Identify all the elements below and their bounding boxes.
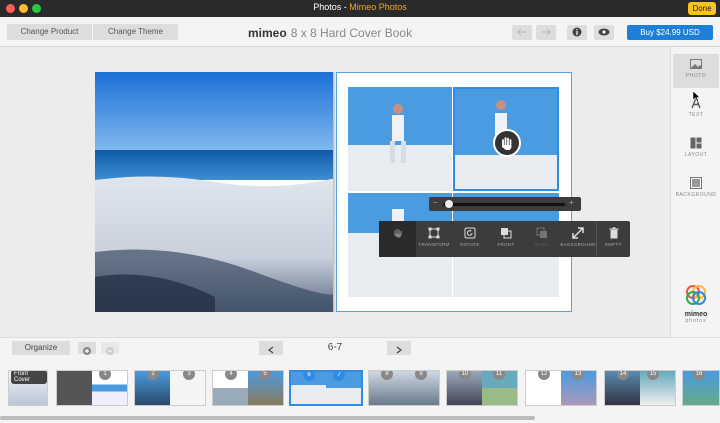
background-tool-label: BACKGROUND [675,192,717,198]
back-icon [536,227,547,238]
pan-tool-button[interactable] [379,221,416,257]
photo-tool-label: PHOTO [685,73,707,79]
window-titlebar: Photos - Mimeo Photos Done [0,0,720,17]
thumbnail-spread-2[interactable]: 23 [134,370,206,406]
text-tool-label: TEXT [688,112,704,118]
photo-edit-toolbar: TRANSFORM ROTATE FRONT BACK BACKGROUND E… [379,221,630,257]
organize-button[interactable]: Organize [12,341,70,355]
background-label: BACKGROUND [560,242,596,247]
chevron-right-icon [396,346,402,354]
hand-icon [502,137,512,151]
expand-icon [572,227,584,239]
transform-icon [428,227,440,239]
thumbnail-spread-1[interactable]: 1 [56,370,128,406]
mimeo-logo-icon [686,285,706,305]
send-back-button[interactable]: BACK [524,221,560,257]
front-icon [501,228,512,239]
next-page-button[interactable] [387,341,411,355]
person-beach-photo [348,87,452,191]
layout-tool[interactable]: LAYOUT [673,133,719,167]
add-page-button[interactable] [78,342,96,355]
empty-button[interactable]: EMPTY [596,221,630,257]
move-handle[interactable] [493,129,521,157]
done-button[interactable]: Done [688,2,716,15]
undo-icon [517,28,526,36]
page-range: 6-7 [327,342,343,353]
change-product-button[interactable]: Change Product [7,24,92,40]
empty-label: EMPTY [604,242,622,247]
layout-tool-label: LAYOUT [684,152,708,158]
change-theme-button[interactable]: Change Theme [93,24,178,40]
chevron-left-icon [268,346,274,354]
beach-photo [95,72,336,312]
back-label: BACK [535,242,549,247]
preview-button[interactable] [594,25,614,40]
toolbar: Change Product Change Theme mimeo 8 x 8 H… [0,17,720,47]
left-page-photo[interactable] [95,72,336,312]
zoom-in-button[interactable]: + [569,198,574,207]
book-title: mimeo 8 x 8 Hard Cover Book [248,26,488,40]
mouse-cursor [693,91,701,102]
photo-slot-2-selected[interactable] [453,87,559,191]
bring-front-button[interactable]: FRONT [488,221,524,257]
zoom-out-button[interactable]: − [433,198,438,207]
set-background-button[interactable]: BACKGROUND [560,221,596,257]
remove-page-button[interactable] [101,342,119,355]
right-page [336,72,572,312]
eye-icon [598,28,610,36]
photo-slot-1[interactable] [348,87,452,191]
thumbnail-spread-9[interactable]: 16 [682,370,720,406]
photo-tool[interactable]: PHOTO [673,54,719,88]
mimeo-logo-text: mimeo [684,311,708,318]
brand-name: mimeo [248,26,287,40]
thumbnail-scrollbar[interactable] [0,416,535,420]
thumbnail-spread-4-selected[interactable]: 67 [289,370,363,406]
product-name: 8 x 8 Hard Cover Book [290,26,413,40]
thumbnail-spread-7[interactable]: 12 13 [525,370,597,406]
info-icon [572,27,582,37]
rotate-icon [464,227,476,239]
transform-label: TRANSFORM [418,242,450,247]
thumbnail-spread-3[interactable]: 45 [212,370,284,406]
thumbnail-front-cover[interactable]: Front Cover [8,370,48,406]
thumbnail-spread-5[interactable]: 89 [368,370,440,406]
transform-button[interactable]: TRANSFORM [416,221,452,257]
thumbnail-spread-6[interactable]: 10 11 [446,370,518,406]
front-cover-label: Front Cover [11,371,47,384]
window-title: Photos - Mimeo Photos [313,2,407,12]
remove-icon [106,347,114,355]
mimeo-logo: mimeo photos [681,284,711,324]
zoom-slider[interactable]: − + [429,197,581,211]
rotate-button[interactable]: ROTATE [452,221,488,257]
prev-page-button[interactable] [259,341,283,355]
info-button[interactable] [567,25,587,40]
layout-icon [690,137,702,149]
photo-icon [690,59,702,69]
zoom-knob[interactable] [445,200,454,208]
background-icon [690,177,702,189]
buy-button[interactable]: Buy $24.99 USD [627,25,713,40]
background-tool[interactable]: BACKGROUND [673,173,719,207]
trash-icon [609,227,618,239]
thumbnail-spread-8[interactable]: 14 15 [604,370,676,406]
rotate-label: ROTATE [460,242,480,247]
add-icon [83,347,91,355]
zoom-track [443,203,565,206]
hand-icon [393,228,402,238]
mimeo-logo-sub: photos [685,318,707,324]
undo-button[interactable] [512,25,532,40]
front-label: FRONT [497,242,515,247]
redo-icon [542,28,551,36]
redo-button[interactable] [536,25,556,40]
